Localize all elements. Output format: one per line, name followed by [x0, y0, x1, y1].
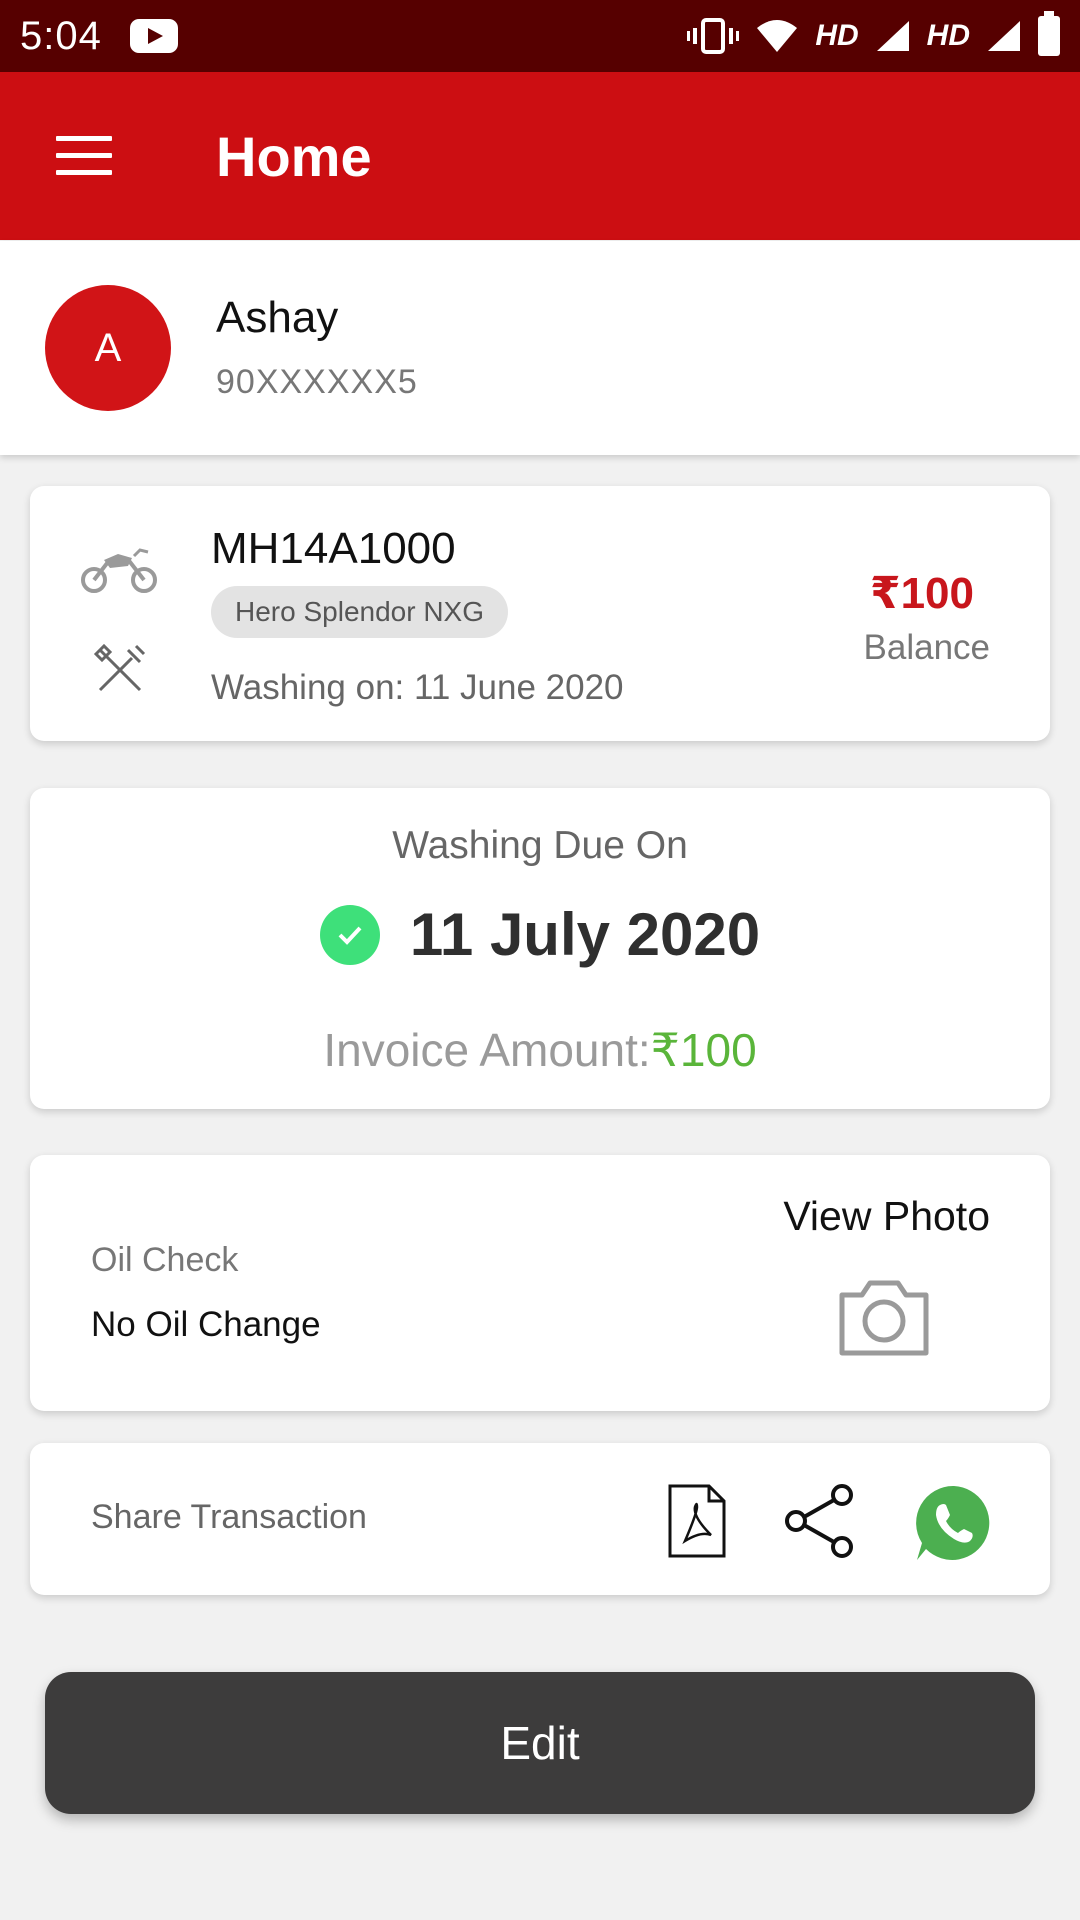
oil-check-card: Oil Check No Oil Change View Photo	[30, 1155, 1050, 1411]
signal-icon	[876, 21, 909, 51]
user-phone: 90XXXXXX5	[216, 363, 418, 401]
washing-due-card: Washing Due On 11 July 2020 Invoice Amou…	[30, 788, 1050, 1109]
whatsapp-icon[interactable]	[914, 1483, 994, 1563]
youtube-icon	[129, 19, 178, 53]
share-icon[interactable]	[782, 1483, 858, 1559]
signal-icon	[988, 21, 1020, 51]
due-title: Washing Due On	[392, 824, 688, 867]
share-transaction-label: Share Transaction	[91, 1498, 367, 1536]
wifi-icon	[757, 20, 798, 52]
washing-date: Washing on: 11 June 2020	[211, 668, 624, 707]
status-time: 5:04	[20, 13, 102, 58]
invoice-amount-line: Invoice Amount:₹100	[30, 1023, 1050, 1077]
user-name: Ashay	[216, 293, 339, 342]
bike-icon	[81, 548, 157, 593]
page-title: Home	[216, 125, 372, 188]
battery-icon	[1038, 11, 1060, 56]
tools-icon	[93, 643, 146, 692]
oil-check-value: No Oil Change	[91, 1305, 321, 1344]
due-date-row: 11 July 2020	[30, 900, 1050, 969]
share-transaction-card: Share Transaction	[30, 1443, 1050, 1595]
avatar: A	[45, 285, 171, 411]
hd-label: HD	[926, 19, 970, 52]
balance-amount: ₹100	[869, 569, 974, 618]
vibrate-icon	[687, 18, 740, 54]
vehicle-card[interactable]: MH14A1000 Hero Splendor NXG Washing on: …	[30, 486, 1050, 741]
oil-check-label: Oil Check	[91, 1241, 239, 1279]
menu-icon[interactable]	[56, 136, 112, 176]
vehicle-number: MH14A1000	[211, 524, 456, 573]
due-date: 11 July 2020	[409, 901, 761, 968]
view-photo-link[interactable]: View Photo	[783, 1193, 990, 1240]
camera-icon[interactable]	[836, 1275, 932, 1359]
hd-label: HD	[815, 19, 859, 52]
check-icon	[319, 904, 380, 965]
pdf-icon[interactable]	[667, 1483, 727, 1559]
status-bar: 5:04 HD HD	[0, 0, 1080, 72]
vehicle-model-chip: Hero Splendor NXG	[211, 586, 509, 638]
invoice-label: Invoice Amount:	[323, 1024, 651, 1076]
app-bar: Home	[0, 72, 1080, 240]
status-icons: HD HD	[687, 11, 1060, 56]
balance-label: Balance	[863, 628, 990, 667]
invoice-amount: ₹100	[650, 1024, 757, 1076]
edit-button[interactable]: Edit	[45, 1672, 1035, 1814]
user-profile-card: A Ashay 90XXXXXX5	[0, 241, 1080, 455]
